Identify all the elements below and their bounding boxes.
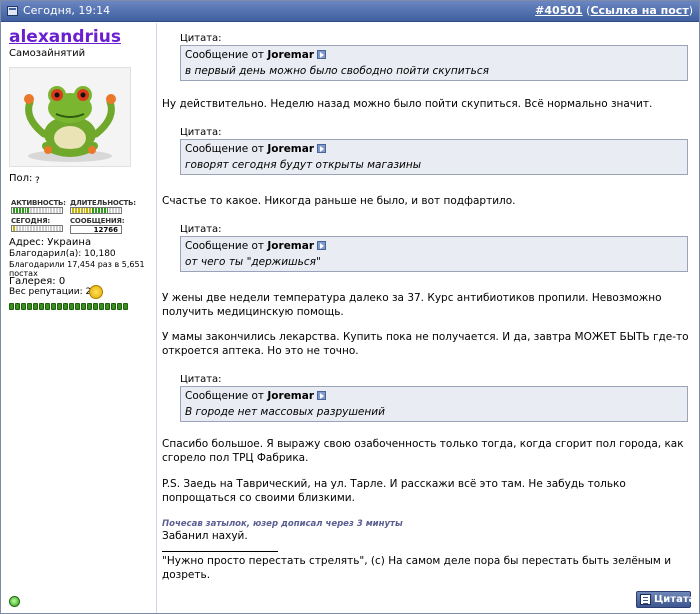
quote-from: Сообщение от [185,240,265,252]
quote-label: Цитата: [180,33,222,44]
quote-text: от чего ты "держишься" [185,256,321,268]
username-link[interactable]: alexandrius [9,27,121,47]
reputation-star-icon [89,285,103,299]
user-thanked: Благодарил(а): 10,180 [9,249,116,259]
user-address: Адрес: Украина [9,237,92,248]
post-number-link[interactable]: #40501 [535,4,583,17]
quote-box: Сообщение от Joremar в первый день можно… [180,45,688,81]
reputation-bar [9,303,128,310]
activity-label: АКТИВНОСТЬ: [11,199,66,207]
post-permalink[interactable]: Ссылка на пост [590,4,688,17]
quote-from: Сообщение от [185,390,265,402]
post-paragraph: У мамы закончились лекарства. Купить пок… [162,331,689,357]
messages-count: 12766 [70,225,122,234]
quote-source: Сообщение от Joremar [185,143,327,155]
quote-author: Joremar [267,143,315,155]
view-post-arrow-icon[interactable] [317,391,327,400]
quote-from: Сообщение от [185,49,265,61]
duration-meter [70,207,122,214]
today-meter [11,225,63,232]
forum-post: Сегодня, 19:14 #40501 (Ссылка на пост) a… [0,0,700,614]
post-paragraph: У жены две недели температура далеко за … [162,292,662,318]
quote-button[interactable]: Цитата [636,591,695,608]
quote-label: Цитата: [180,224,222,235]
quote-box: Сообщение от Joremar говорят сегодня буд… [180,139,688,175]
quote-from: Сообщение от [185,143,265,155]
quote-source: Сообщение от Joremar [185,49,327,61]
quote-doc-icon [640,594,651,605]
quote-label: Цитата: [180,127,222,138]
activity-meter [11,207,63,214]
post-paragraph: Ну действительно. Неделю назад можно был… [162,98,653,110]
post-date: Сегодня, 19:14 [23,4,111,17]
post-status-icon [7,6,18,16]
quote-box: Сообщение от Joremar от чего ты "держишь… [180,236,688,272]
quote-box: Сообщение от Joremar В городе нет массов… [180,386,688,422]
quote-text: В городе нет массовых разрушений [185,406,385,418]
user-title: Самозайнятий [9,48,86,59]
post-header: Сегодня, 19:14 #40501 (Ссылка на пост) [1,1,699,22]
paren-close: ) [688,4,693,17]
edit-note: Почесав затылок, юзер дописал через 3 ми… [162,519,403,529]
gender-label: Пол: [9,173,33,184]
post-paragraph: Счастье то какое. Никогда раньше не было… [162,195,516,207]
quote-text: в первый день можно было свободно пойти … [185,65,489,77]
user-info-panel: alexandrius Самозайнятий Пол: ? АКТИВНОС… [1,23,157,613]
post-paragraph: Спасибо большое. Я выражу свою озабоченн… [162,438,684,464]
quote-source: Сообщение от Joremar [185,240,327,252]
quote-source: Сообщение от Joremar [185,390,327,402]
view-post-arrow-icon[interactable] [317,241,327,250]
post-links: #40501 (Ссылка на пост) [535,4,693,17]
post-paragraph: P.S. Заедь на Таврический, на ул. Тарле.… [162,478,626,504]
edit-text: Забанил нахуй. [162,530,248,542]
gender-row: Пол: ? [9,173,40,186]
quote-author: Joremar [267,390,315,402]
messages-label: СООБЩЕНИЯ: [70,217,125,225]
today-label: СЕГОДНЯ: [11,217,51,225]
post-content: Цитата: Сообщение от Joremar в первый де… [158,23,699,613]
frog-avatar-image [24,86,116,162]
duration-label: ДЛИТЕЛЬНОСТЬ: [70,199,136,207]
quote-text: говорят сегодня будут открыты магазины [185,159,422,171]
signature-divider [162,551,278,552]
view-post-arrow-icon[interactable] [317,50,327,59]
quote-author: Joremar [267,240,315,252]
online-status-icon [9,596,20,607]
signature: "Нужно просто перестать стрелять", (c) Н… [162,555,672,581]
gender-value: ? [35,176,40,186]
quote-label: Цитата: [180,374,222,385]
quote-button-label: Цитата [654,594,696,605]
user-gallery[interactable]: Галерея: 0 [9,276,65,287]
quote-author: Joremar [267,49,315,61]
view-post-arrow-icon[interactable] [317,144,327,153]
avatar[interactable] [9,67,131,167]
